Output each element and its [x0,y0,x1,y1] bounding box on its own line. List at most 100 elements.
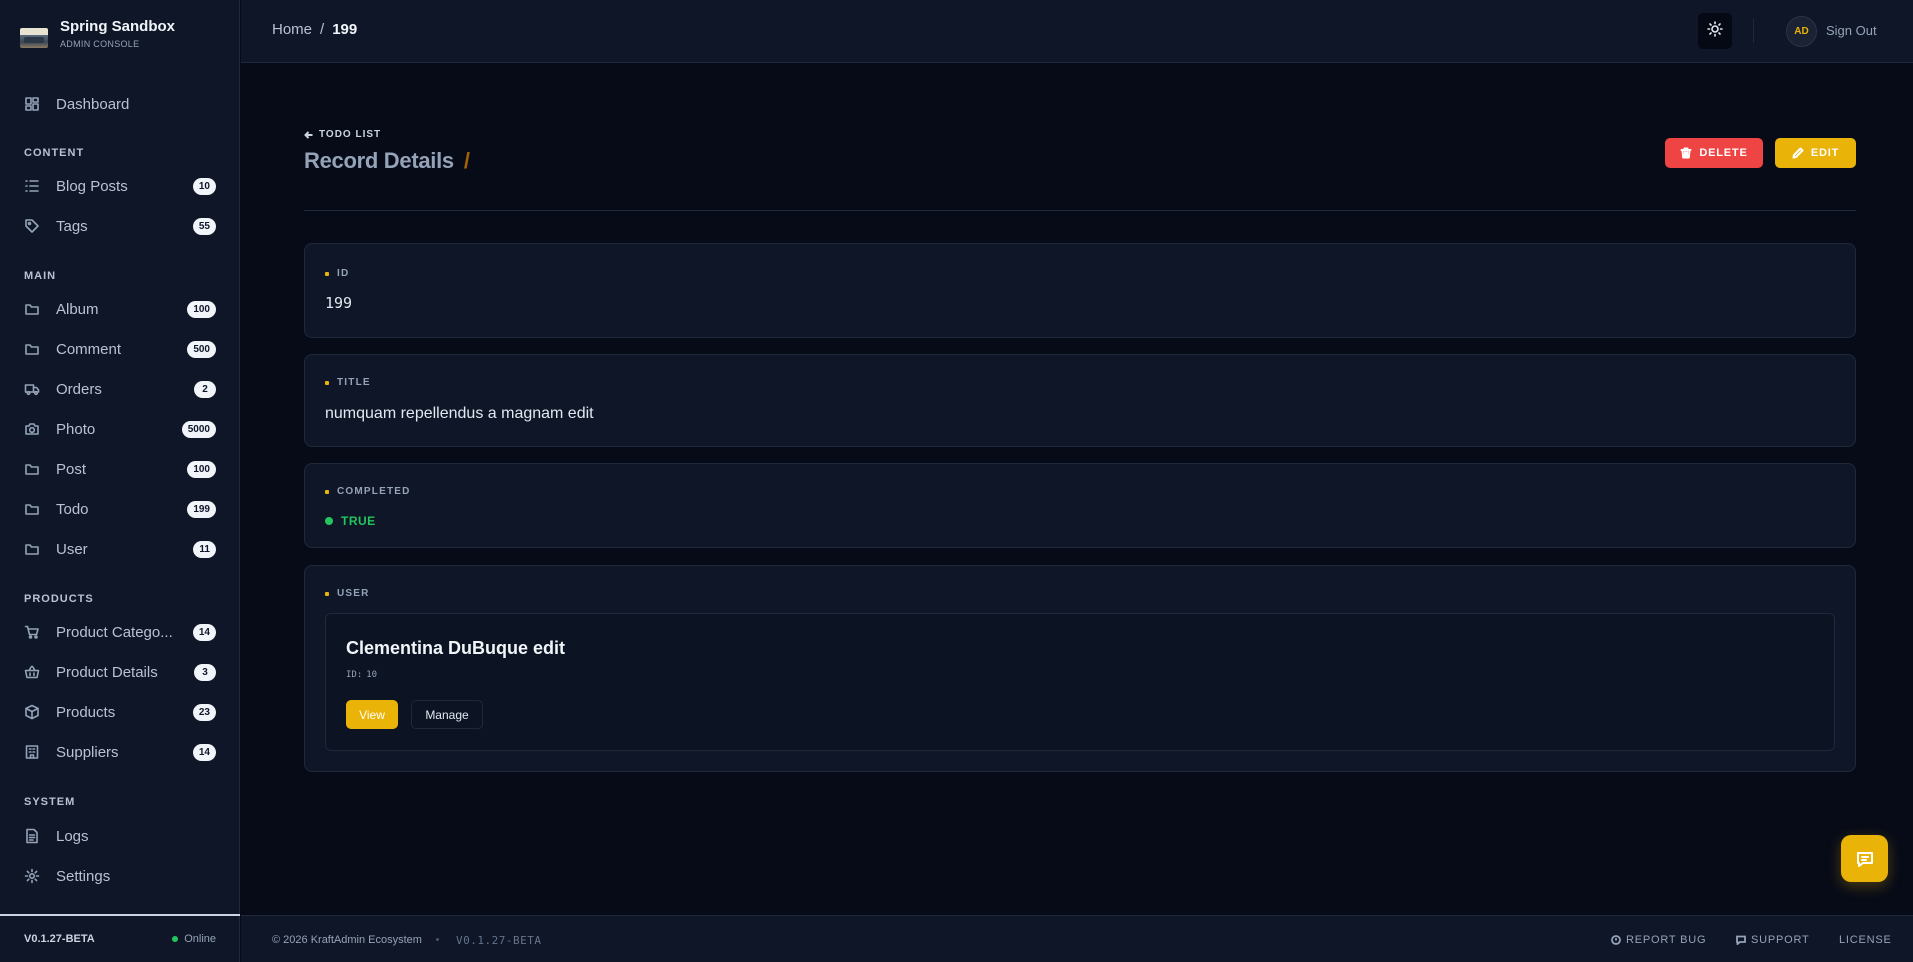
field-label-text: ID [337,268,350,279]
sidebar-item-label: Blog Posts [56,177,128,195]
online-dot-icon [172,936,179,942]
chat-button[interactable] [1841,835,1888,882]
cart-icon [24,624,40,640]
count-badge: 11 [193,541,216,558]
breadcrumb-home[interactable]: Home [272,21,312,38]
delete-button-label: DELETE [1699,147,1748,159]
edit-button-label: EDIT [1810,147,1840,159]
field-label: TITLE [325,377,371,388]
boolean-value: TRUE [341,514,376,528]
sidebar-item-label: Products [56,703,116,721]
sidebar-item-settings[interactable]: Settings [24,864,216,888]
sidebar-item-label: Product Catego... [56,623,173,641]
status-dot-icon [325,517,333,525]
folder-icon [24,301,40,317]
sidebar-item-label: Dashboard [56,95,130,113]
field-label-text: COMPLETED [337,486,411,497]
related-user-id-prefix: ID: [346,670,363,680]
sidebar-item-todo[interactable]: Todo 199 [24,497,216,521]
sidebar-item-label: Album [56,300,99,318]
field-card-title: TITLE numquam repellendus a magnam edit [304,354,1856,447]
topbar-divider [1753,19,1754,43]
sidebar-item-tags[interactable]: Tags 55 [24,214,216,238]
section-label-system: SYSTEM [24,796,76,808]
list-icon [24,178,40,194]
folder-icon [24,461,40,477]
bullet-icon [325,489,329,494]
basket-icon [24,664,40,680]
pencil-icon [1792,147,1804,159]
sidebar-item-photo[interactable]: Photo 5000 [24,417,216,441]
count-badge: 500 [187,341,216,358]
count-badge: 5000 [181,421,216,438]
sidebar-item-label: Photo [56,420,96,438]
sun-icon [1707,20,1723,42]
brand-title: Spring Sandbox [60,18,176,35]
manage-button[interactable]: Manage [411,700,483,729]
field-value-title: numquam repellendus a magnam edit [325,405,594,422]
sidebar-item-post[interactable]: Post 100 [24,457,216,481]
brand-logo [20,28,48,48]
trash-icon [1680,147,1692,159]
sidebar-item-blog-posts[interactable]: Blog Posts 10 [24,174,216,198]
sidebar-item-orders[interactable]: Orders 2 [24,377,216,401]
count-badge: 14 [192,624,216,641]
license-link[interactable]: LICENSE [1839,934,1892,946]
field-card-id: ID 199 [304,243,1856,338]
sidebar-item-suppliers[interactable]: Suppliers 14 [24,740,216,764]
avatar[interactable]: AD [1786,16,1817,47]
page-title-slash: / [463,148,470,173]
section-label-content: CONTENT [24,147,85,159]
app-version: V0.1.27-BETA [24,933,95,945]
edit-button[interactable]: EDIT [1775,138,1856,168]
section-label-main: MAIN [24,270,57,282]
count-badge: 10 [192,178,216,195]
support-link[interactable]: SUPPORT [1736,934,1810,946]
count-badge: 3 [194,664,216,681]
field-card-completed: COMPLETED TRUE [304,463,1856,548]
breadcrumb: Home / 199 [272,21,357,38]
building-icon [24,744,40,760]
report-bug-link[interactable]: REPORT BUG [1611,934,1706,946]
chat-bubble-icon [1736,935,1746,945]
sidebar-item-label: Orders [56,380,102,398]
report-bug-label: REPORT BUG [1626,934,1707,946]
back-link[interactable]: TODO LIST [304,129,381,140]
sidebar-item-products[interactable]: Products 23 [24,700,216,724]
sidebar-footer: V0.1.27-BETA Online [0,914,240,962]
count-badge: 14 [192,744,216,761]
info-icon [1611,935,1621,945]
brand-subtitle: ADMIN CONSOLE [60,39,140,49]
count-badge: 199 [187,501,216,518]
support-label: SUPPORT [1751,934,1810,946]
count-badge: 100 [187,461,216,478]
license-label: LICENSE [1839,934,1892,946]
sidebar-item-product-categories[interactable]: Product Catego... 14 [24,620,216,644]
sidebar: Spring Sandbox ADMIN CONSOLE Dashboard C… [0,0,240,962]
breadcrumb-current: 199 [332,21,358,38]
sidebar-item-logs[interactable]: Logs [24,824,216,848]
sidebar-item-product-details[interactable]: Product Details 3 [24,660,216,684]
back-link-label: TODO LIST [319,129,382,140]
sign-out-button[interactable]: Sign Out [1826,23,1877,38]
page-title: Record Details / [304,148,470,174]
tag-icon [24,218,40,234]
folder-icon [24,341,40,357]
sidebar-item-user[interactable]: User 11 [24,537,216,561]
field-label: ID [325,268,349,279]
delete-button[interactable]: DELETE [1665,138,1763,168]
sidebar-item-dashboard[interactable]: Dashboard [24,92,216,116]
topbar: Home / 199 AD Sign Out [241,0,1913,63]
sidebar-item-album[interactable]: Album 100 [24,297,216,321]
brand[interactable]: Spring Sandbox ADMIN CONSOLE [20,18,175,49]
chat-icon [1856,851,1873,867]
sidebar-item-comment[interactable]: Comment 500 [24,337,216,361]
sidebar-item-label: Post [56,460,87,478]
sidebar-item-label: Product Details [56,663,158,681]
view-button[interactable]: View [346,700,398,729]
page-footer: © 2026 KraftAdmin Ecosystem V0.1.27-BETA… [241,915,1913,962]
bullet-icon [325,591,329,596]
field-label-text: TITLE [337,377,371,388]
theme-toggle-button[interactable] [1698,13,1732,49]
sidebar-item-label: Settings [56,867,111,885]
